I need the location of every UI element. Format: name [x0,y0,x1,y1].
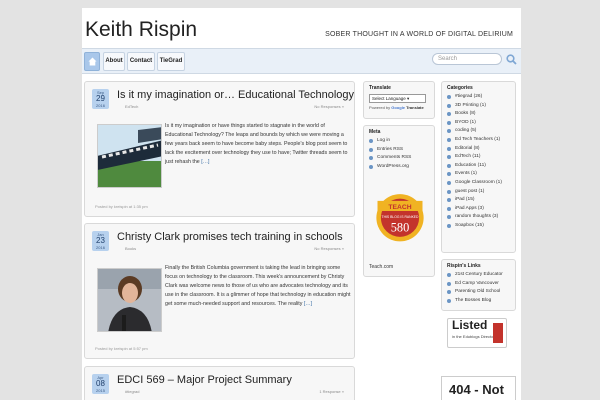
post-card: Apr 08 2015 EDCI 569 – Major Project Sum… [84,366,355,400]
meta-wordpress-link[interactable]: WordPress.org [369,163,429,172]
post-category[interactable]: EdTech [125,104,138,109]
excerpt-text: Is it my imagination or have things star… [165,123,348,166]
nav-item-tiegrad[interactable]: TieGrad [157,52,185,71]
powered-by-google: Powered by Google Translate [364,103,434,112]
site-title[interactable]: Keith Rispin [85,18,197,42]
teach-com-link[interactable]: Teach.com [369,264,393,270]
widget-title: Translate [369,85,391,91]
date-day: 29 [96,94,105,103]
home-icon [88,57,97,66]
category-link[interactable]: Education (11) [447,162,510,171]
home-button[interactable] [84,52,100,71]
category-link[interactable]: Soapbox (15) [447,222,510,231]
post-title[interactable]: Christy Clark promises tech training in … [117,231,343,243]
date-year: 2016 [96,245,105,250]
meta-widget: Meta Log in Entries RSS Comments RSS Wor… [363,125,435,277]
blogroll-link[interactable]: The Bosses Blog [447,297,510,306]
category-link[interactable]: iPad Apps (3) [447,205,510,214]
translate-widget: Translate Select Language ▾ Powered by G… [363,81,435,119]
post-excerpt: Finally the British Columbia government … [165,264,351,309]
categories-list: #tiegrad (26) 3D Printing (1) Books (8) … [442,91,515,231]
widget-title: Rispin's Links [447,263,481,269]
post-meta: Posted by kreispin at 1:35 pm [95,204,148,209]
category-link[interactable]: Events (1) [447,170,510,179]
category-link[interactable]: iPad (15) [447,196,510,205]
read-more-link[interactable]: […] [304,301,312,307]
translate-link[interactable]: Translate [406,105,424,110]
notfound-text: 404 - Not Found [449,382,504,397]
page: Keith Rispin SOBER THOUGHT IN A WORLD OF… [82,8,521,400]
blogroll-link[interactable]: Ed Camp Vancouver [447,280,510,289]
meta-login-link[interactable]: Log in [369,137,429,146]
post-title[interactable]: Is it my imagination or… Educational Tec… [117,89,354,101]
category-link[interactable]: random thoughts (3) [447,213,510,222]
date-badge: Sep 29 2016 [92,89,109,109]
teach100-badge[interactable]: TEACH THIS BLOG IS RANKED 580 [370,184,430,256]
powered-by-label: Powered by [369,105,391,110]
category-link[interactable]: #tiegrad (26) [447,93,510,102]
category-link[interactable]: Google Classroom (1) [447,179,510,188]
badge-ranked-text: THIS BLOG IS RANKED [382,215,420,219]
category-link[interactable]: Books (8) [447,110,510,119]
category-link[interactable]: Ed Tech Teachers (1) [447,136,510,145]
search-icon[interactable] [506,54,517,65]
category-link[interactable]: EdTech (11) [447,153,510,162]
post-category[interactable]: Books [125,246,136,251]
post-meta: Posted by kreispin at 5:57 pm [95,346,148,351]
category-link[interactable]: coding (5) [447,127,510,136]
category-link[interactable]: 3D Printing (1) [447,102,510,111]
notfound-widget: 404 - Not Found [441,376,516,400]
badge-teach-text: TEACH [388,204,411,211]
links-list: 21st Century Educator Ed Camp Vancouver … [442,269,515,305]
post-card: Sep 29 2016 Is it my imagination or… Edu… [84,81,355,217]
language-select-value: Select Language [372,96,406,101]
post-thumbnail[interactable] [97,268,162,332]
meta-list: Log in Entries RSS Comments RSS WordPres… [364,135,434,171]
category-link[interactable]: guest post (1) [447,188,510,197]
date-badge: Apr 08 2015 [92,374,109,394]
excerpt-text: Finally the British Columbia government … [165,265,351,308]
nav-item-about[interactable]: About [103,52,125,71]
search-input[interactable]: Search [432,53,502,65]
widget-title: Categories [447,85,473,91]
post-responses[interactable]: 1 Response » [319,389,344,394]
edublogs-listed-badge[interactable]: Listed in the Edublogs Directory [447,318,507,348]
post-thumbnail[interactable] [97,124,162,188]
categories-widget: Categories #tiegrad (26) 3D Printing (1)… [441,81,516,253]
blogroll-link[interactable]: Parenting Old School [447,288,510,297]
blogroll-link[interactable]: 21st Century Educator [447,271,510,280]
links-widget: Rispin's Links 21st Century Educator Ed … [441,259,516,311]
widget-title: Meta [369,129,381,135]
category-link[interactable]: BYOD (1) [447,119,510,128]
date-day: 08 [96,379,105,388]
post-excerpt: Is it my imagination or have things star… [165,122,351,167]
nav-bar: About Contact TieGrad Search [82,48,521,74]
language-select[interactable]: Select Language ▾ [369,94,426,103]
post-title[interactable]: EDCI 569 – Major Project Summary [117,374,292,386]
date-year: 2016 [96,103,105,108]
post-responses[interactable]: No Responses » [314,104,344,109]
category-link[interactable]: Editorial (8) [447,145,510,154]
meta-comments-rss-link[interactable]: Comments RSS [369,154,429,163]
date-day: 23 [96,236,105,245]
date-year: 2015 [96,388,105,393]
post-card: Jan 23 2016 Christy Clark promises tech … [84,223,355,359]
read-more-link[interactable]: […] [201,159,209,165]
badge-rank-text: 580 [391,220,410,234]
listed-stripe [493,323,503,343]
post-responses[interactable]: No Responses » [314,246,344,251]
google-logo: Google [391,105,406,110]
post-category[interactable]: #tiegrad [125,389,139,394]
meta-entries-rss-link[interactable]: Entries RSS [369,146,429,155]
site-tagline: SOBER THOUGHT IN A WORLD OF DIGITAL DELI… [325,31,513,38]
nav-item-contact[interactable]: Contact [127,52,155,71]
date-badge: Jan 23 2016 [92,231,109,251]
